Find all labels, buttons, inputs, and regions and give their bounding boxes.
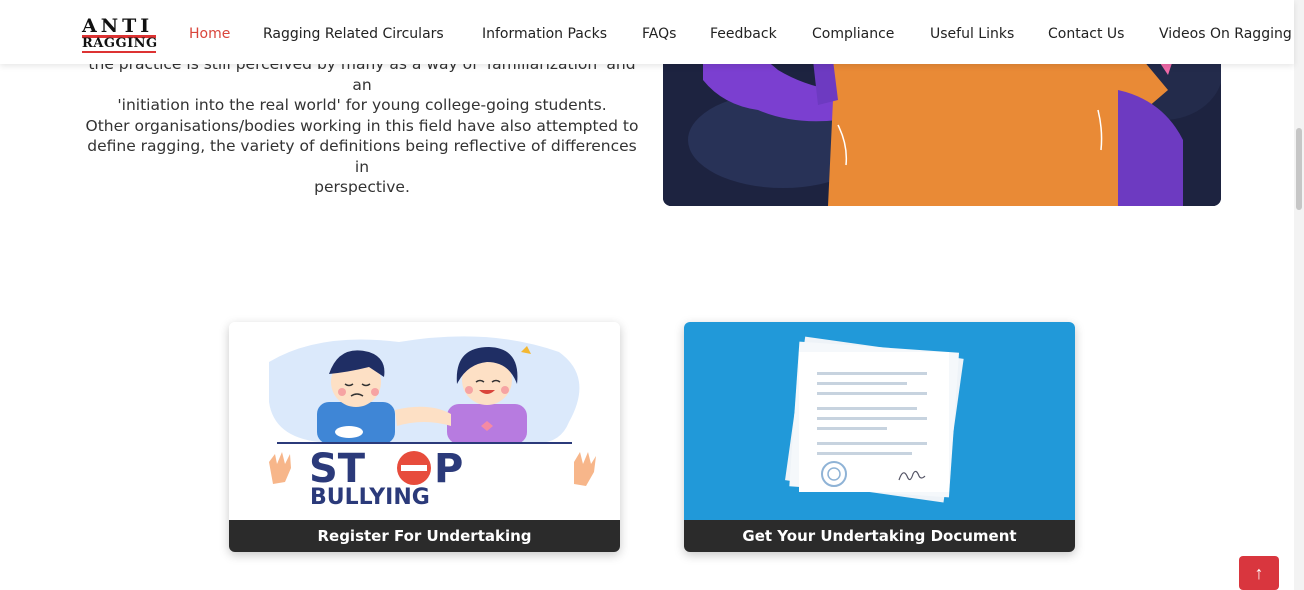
register-undertaking-card[interactable]: ST P BULLYING Register For Undertaking	[229, 322, 620, 552]
stop-bullying-illustration: ST P BULLYING	[229, 322, 620, 520]
nav-contact-us[interactable]: Contact Us	[1048, 26, 1124, 42]
top-navbar: ANTI RAGGING Home Ragging Related Circul…	[0, 0, 1294, 64]
intro-line: Other organisations/bodies working in th…	[85, 116, 639, 135]
logo-underline-2	[82, 51, 156, 53]
nav-videos-on-ragging[interactable]: Videos On Ragging	[1159, 26, 1292, 42]
get-undertaking-document-card[interactable]: Get Your Undertaking Document	[684, 322, 1075, 552]
logo-line-1: ANTI	[82, 15, 154, 37]
nav-information-packs[interactable]: Information Packs	[482, 26, 607, 42]
document-illustration	[684, 322, 1075, 520]
intro-line: define ragging, the variety of definitio…	[87, 137, 637, 176]
intro-paragraph: the practice is still perceived by many …	[84, 54, 640, 198]
anti-ragging-logo[interactable]: ANTI RAGGING	[80, 15, 160, 55]
page-scrollbar[interactable]	[1294, 0, 1304, 590]
bullying-text: BULLYING	[310, 485, 430, 510]
register-undertaking-caption[interactable]: Register For Undertaking	[229, 520, 620, 552]
intro-line: 'initiation into the real world' for you…	[117, 96, 607, 114]
get-undertaking-document-caption[interactable]: Get Your Undertaking Document	[684, 520, 1075, 552]
arrow-up-icon: ↑	[1254, 563, 1264, 583]
nav-compliance[interactable]: Compliance	[812, 26, 894, 42]
back-to-top-button[interactable]: ↑	[1239, 556, 1279, 590]
intro-line: perspective.	[314, 178, 410, 196]
nav-ragging-related-circulars[interactable]: Ragging Related Circulars	[263, 26, 444, 42]
stop-text-end: P	[434, 446, 463, 492]
nav-home[interactable]: Home	[189, 26, 230, 42]
nav-useful-links[interactable]: Useful Links	[930, 26, 1014, 42]
scrollbar-thumb[interactable]	[1296, 128, 1302, 210]
logo-line-2: RAGGING	[82, 36, 158, 51]
nav-feedback[interactable]: Feedback	[710, 26, 777, 42]
nav-faqs[interactable]: FAQs	[642, 26, 676, 42]
